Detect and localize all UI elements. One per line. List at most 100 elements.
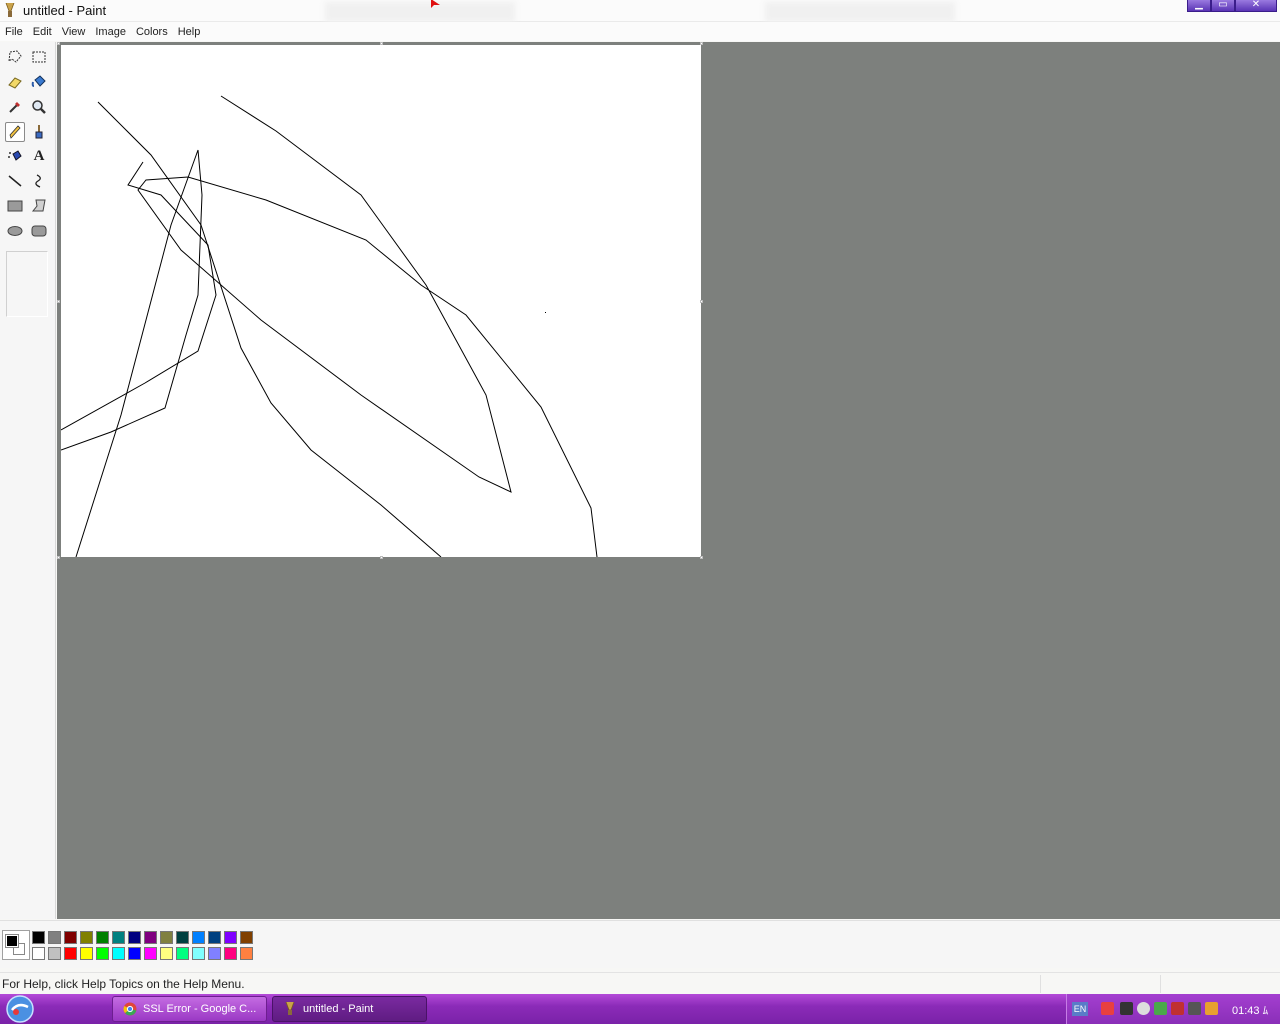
toolbox: A xyxy=(0,42,56,919)
color-swatch[interactable] xyxy=(144,931,157,944)
status-divider xyxy=(1160,975,1161,993)
drawing-canvas[interactable] xyxy=(61,45,701,557)
text-tool[interactable]: A xyxy=(29,146,49,166)
ellipse-icon xyxy=(7,226,23,236)
color-swatch[interactable] xyxy=(48,931,61,944)
menu-view[interactable]: View xyxy=(62,26,86,38)
resize-handle[interactable] xyxy=(57,556,60,559)
airbrush-icon xyxy=(8,150,22,161)
color-swatch[interactable] xyxy=(240,931,253,944)
current-colors[interactable] xyxy=(2,930,30,960)
task-label: untitled - Paint xyxy=(303,1003,374,1015)
resize-handle[interactable] xyxy=(380,556,383,559)
color-swatch[interactable] xyxy=(160,931,173,944)
start-button[interactable] xyxy=(0,994,44,1024)
rectangle-tool[interactable] xyxy=(5,196,25,216)
menu-file[interactable]: File xyxy=(5,26,23,38)
resize-handle[interactable] xyxy=(700,556,703,559)
select-tool[interactable] xyxy=(29,47,49,67)
color-swatch[interactable] xyxy=(48,947,61,960)
status-help-text: For Help, click Help Topics on the Help … xyxy=(2,977,245,991)
minimize-button[interactable]: ▁ xyxy=(1187,0,1211,12)
color-swatch[interactable] xyxy=(208,947,221,960)
brush-icon xyxy=(35,125,43,139)
language-indicator[interactable]: EN xyxy=(1072,1002,1088,1016)
color-swatch[interactable] xyxy=(128,931,141,944)
line-tool[interactable] xyxy=(5,171,25,191)
color-swatch[interactable] xyxy=(112,947,125,960)
color-swatch[interactable] xyxy=(128,947,141,960)
brush-tool[interactable] xyxy=(29,122,49,142)
workspace xyxy=(57,42,1280,919)
color-swatch[interactable] xyxy=(160,947,173,960)
tray-app-icon[interactable] xyxy=(1101,1002,1114,1015)
color-swatch[interactable] xyxy=(112,931,125,944)
curve-tool[interactable] xyxy=(29,171,49,191)
clock: 01:43 ﾑ xyxy=(1232,1005,1269,1017)
chrome-icon xyxy=(123,1002,137,1016)
color-swatch[interactable] xyxy=(192,931,205,944)
pencil-icon xyxy=(9,125,21,139)
tray-antivirus-icon[interactable] xyxy=(1171,1002,1184,1015)
color-swatch[interactable] xyxy=(32,947,45,960)
pencil-tool[interactable] xyxy=(5,122,25,142)
color-swatch[interactable] xyxy=(64,947,77,960)
tray-device-icon[interactable] xyxy=(1188,1002,1201,1015)
menu-help[interactable]: Help xyxy=(178,26,201,38)
color-swatch[interactable] xyxy=(224,947,237,960)
resize-handle[interactable] xyxy=(57,300,60,303)
polygon-tool[interactable] xyxy=(29,196,49,216)
status-divider xyxy=(1040,975,1041,993)
color-swatch[interactable] xyxy=(80,947,93,960)
color-swatch[interactable] xyxy=(80,931,93,944)
color-swatch[interactable] xyxy=(96,947,109,960)
polygon-icon xyxy=(31,199,46,212)
resize-handle[interactable] xyxy=(380,42,383,45)
mouse-cursor-icon xyxy=(431,0,440,8)
ellipse-tool[interactable] xyxy=(5,221,25,241)
menu-image[interactable]: Image xyxy=(95,26,126,38)
rounded-rectangle-tool[interactable] xyxy=(29,221,49,241)
resize-handle[interactable] xyxy=(57,42,60,45)
magnifier-icon xyxy=(32,100,46,114)
resize-handle[interactable] xyxy=(700,42,703,45)
resize-handle[interactable] xyxy=(700,300,703,303)
eraser-tool[interactable] xyxy=(5,72,25,92)
color-swatch[interactable] xyxy=(144,947,157,960)
tool-options-panel[interactable] xyxy=(6,251,48,317)
taskbar-chrome-button[interactable]: SSL Error - Google C... xyxy=(112,996,267,1022)
color-swatch[interactable] xyxy=(208,931,221,944)
blurred-region xyxy=(325,2,515,22)
pick-color-tool[interactable] xyxy=(5,97,25,117)
color-swatch[interactable] xyxy=(176,947,189,960)
select-icon xyxy=(32,51,46,63)
menu-bar: File Edit View Image Colors Help xyxy=(0,22,1280,41)
drawing xyxy=(61,95,598,557)
rounded-rectangle-icon xyxy=(31,225,47,237)
start-logo-icon xyxy=(6,995,34,1023)
line-icon xyxy=(8,175,22,187)
maximize-button[interactable]: ▭ xyxy=(1211,0,1235,12)
color-swatch[interactable] xyxy=(176,931,189,944)
airbrush-tool[interactable] xyxy=(5,146,25,166)
tray-speaker-icon[interactable] xyxy=(1120,1002,1133,1015)
menu-colors[interactable]: Colors xyxy=(136,26,168,38)
color-swatch[interactable] xyxy=(96,931,109,944)
color-swatch[interactable] xyxy=(240,947,253,960)
menu-edit[interactable]: Edit xyxy=(33,26,52,38)
eraser-icon xyxy=(8,77,22,89)
color-swatch[interactable] xyxy=(32,931,45,944)
tray-security-icon[interactable] xyxy=(1154,1002,1167,1015)
close-button[interactable]: ✕ xyxy=(1235,0,1277,12)
pick-color-icon xyxy=(9,102,20,113)
color-swatch[interactable] xyxy=(64,931,77,944)
color-swatch[interactable] xyxy=(192,947,205,960)
magnifier-tool[interactable] xyxy=(29,97,49,117)
fill-tool[interactable] xyxy=(29,72,49,92)
tray-network-icon[interactable] xyxy=(1137,1002,1150,1015)
tray-shield-icon[interactable] xyxy=(1205,1002,1218,1015)
color-swatch[interactable] xyxy=(224,931,237,944)
free-form-select-tool[interactable] xyxy=(5,47,25,67)
taskbar-paint-button[interactable]: untitled - Paint xyxy=(272,996,427,1022)
task-label: SSL Error - Google C... xyxy=(143,1003,257,1015)
